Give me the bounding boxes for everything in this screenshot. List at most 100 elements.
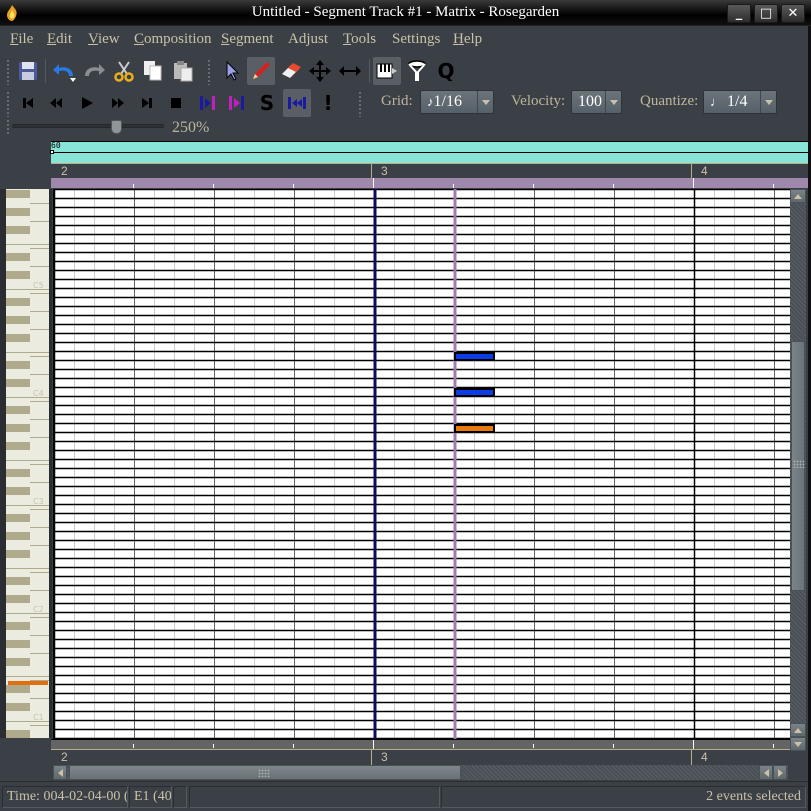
draw-tool-button[interactable] [247, 57, 275, 85]
black-key[interactable] [6, 253, 30, 261]
minimize-button[interactable]: _ [727, 4, 751, 23]
stop-button[interactable] [162, 89, 190, 117]
black-key[interactable] [6, 361, 30, 369]
black-key[interactable] [6, 514, 30, 522]
black-key[interactable] [6, 577, 30, 585]
scroll-down-button[interactable] [790, 737, 806, 751]
horizontal-scrollbar[interactable] [53, 765, 788, 780]
loop-ruler[interactable] [51, 178, 808, 188]
black-key[interactable] [6, 190, 30, 198]
beat-tick [453, 184, 454, 188]
paste-button[interactable] [169, 57, 197, 85]
bar-number: 2 [61, 750, 68, 764]
redo-button[interactable] [80, 57, 108, 85]
erase-tool-button[interactable] [277, 57, 305, 85]
black-key[interactable] [6, 208, 30, 216]
toolbar-grip[interactable] [358, 91, 362, 117]
close-button[interactable]: ✕ [781, 4, 805, 23]
grid-select[interactable]: ♪1/16 [420, 90, 494, 114]
bottom-loop-ruler[interactable] [51, 739, 790, 749]
octave-label: C3 [33, 497, 44, 506]
chevron-down-icon [760, 91, 776, 113]
black-key[interactable] [6, 442, 30, 450]
rewind-to-beginning-button[interactable] [14, 89, 42, 117]
note-grid[interactable] [53, 189, 790, 739]
playback-to-cursor-button[interactable] [223, 89, 251, 117]
select-tool-button[interactable] [218, 57, 246, 85]
velocity-select[interactable]: 100 [571, 90, 622, 114]
chord-ruler-toggle-button[interactable] [373, 57, 401, 85]
playback-to-cursor-icon [229, 96, 244, 110]
bar-ruler-top[interactable] [51, 163, 808, 178]
scroll-up-button[interactable] [790, 189, 806, 203]
zoom-slider-track[interactable] [12, 124, 164, 128]
loop-button[interactable] [283, 89, 311, 117]
toolbar-grip[interactable] [207, 59, 211, 85]
scroll-up-button-lower[interactable] [790, 723, 806, 737]
black-key[interactable] [6, 622, 30, 630]
black-key[interactable] [6, 316, 30, 324]
menu-segment[interactable]: Segment [221, 31, 274, 48]
zoom-slider-handle[interactable] [111, 120, 123, 134]
note-selected[interactable] [454, 388, 495, 397]
black-key[interactable] [6, 640, 30, 648]
undo-button[interactable] [50, 57, 78, 85]
black-key[interactable] [6, 730, 30, 738]
tempo-point[interactable] [50, 150, 54, 154]
cursor-to-playback-button[interactable] [194, 89, 222, 117]
vertical-scrollbar[interactable] [790, 189, 806, 751]
bar-ruler-bottom[interactable] [51, 749, 790, 765]
resize-tool-button[interactable] [336, 57, 364, 85]
copy-button[interactable] [139, 57, 167, 85]
rewind-button[interactable] [42, 89, 70, 117]
black-key[interactable] [6, 226, 30, 234]
quantize-select[interactable]: ♩ 1/4 [703, 90, 777, 114]
horizontal-scroll-thumb[interactable] [69, 765, 461, 780]
fast-forward-to-end-button[interactable] [133, 89, 161, 117]
play-button[interactable] [73, 89, 101, 117]
black-key[interactable] [6, 379, 30, 387]
toolbar-grip[interactable] [6, 91, 10, 117]
black-key[interactable] [6, 424, 30, 432]
menu-file[interactable]: File [10, 31, 33, 48]
black-key[interactable] [6, 658, 30, 666]
note-selected[interactable] [454, 352, 495, 361]
save-button[interactable] [14, 57, 42, 85]
black-key[interactable] [6, 406, 30, 414]
maximize-button[interactable]: □ [754, 4, 778, 23]
menu-settings[interactable]: Settings [392, 31, 440, 48]
filter-button[interactable] [403, 57, 431, 85]
white-key-separator [30, 698, 49, 699]
scroll-left-button-right[interactable] [759, 765, 773, 780]
scroll-right-button[interactable] [773, 765, 787, 780]
vertical-scroll-thumb[interactable] [791, 341, 805, 591]
black-key[interactable] [6, 469, 30, 477]
toolbar-grip[interactable] [6, 119, 10, 135]
scroll-left-button[interactable] [53, 765, 67, 780]
cut-button[interactable] [110, 57, 138, 85]
black-key[interactable] [6, 550, 30, 558]
toolbar-grip[interactable] [6, 59, 10, 85]
quantize-button[interactable]: Q [432, 57, 460, 85]
solo-button[interactable]: S [253, 89, 281, 117]
menu-view[interactable]: View [88, 31, 120, 48]
fast-forward-button[interactable] [104, 89, 132, 117]
black-key[interactable] [6, 298, 30, 306]
move-tool-button[interactable] [306, 57, 334, 85]
menu-help[interactable]: Help [453, 31, 482, 48]
pencil-icon [253, 62, 270, 79]
menu-edit[interactable]: Edit [47, 31, 72, 48]
black-key[interactable] [6, 685, 30, 693]
menu-tools[interactable]: Tools [343, 31, 376, 48]
black-key[interactable] [6, 532, 30, 540]
black-key[interactable] [6, 271, 30, 279]
note[interactable] [454, 424, 495, 433]
menu-composition[interactable]: Composition [134, 31, 212, 48]
black-key[interactable] [6, 595, 30, 603]
piano-keyboard[interactable]: C5 C4 C3 C2 C1 [5, 189, 49, 738]
black-key[interactable] [6, 334, 30, 342]
black-key[interactable] [6, 487, 30, 495]
black-key[interactable] [6, 703, 30, 711]
panic-button[interactable]: ! [314, 89, 342, 117]
menu-adjust[interactable]: Adjust [288, 31, 328, 48]
